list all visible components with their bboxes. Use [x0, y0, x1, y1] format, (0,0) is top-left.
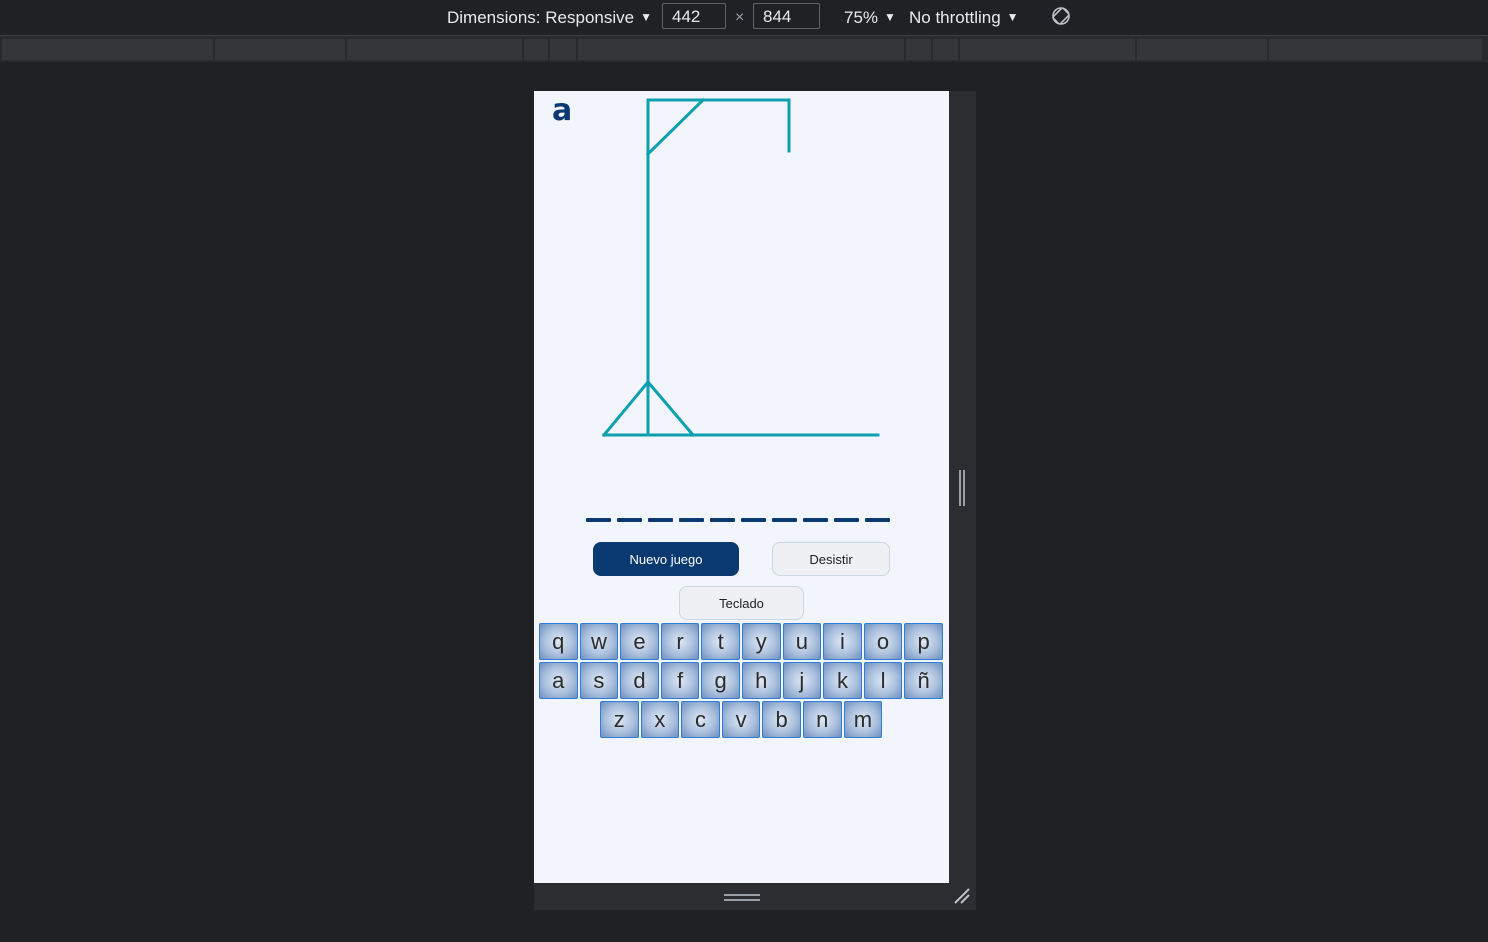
media-query-bar	[0, 36, 1488, 62]
zoom-dropdown[interactable]: 75% ▼	[844, 8, 896, 28]
word-blanks	[586, 518, 890, 522]
letter-blank	[772, 518, 797, 522]
key-m[interactable]: m	[843, 701, 883, 738]
chevron-down-icon: ▼	[1006, 10, 1019, 24]
gallows-support-left	[601, 379, 651, 438]
key-s[interactable]: s	[579, 662, 619, 699]
media-query-segment[interactable]	[550, 39, 576, 60]
key-k[interactable]: k	[823, 662, 862, 699]
letter-blank	[741, 518, 766, 522]
media-query-segment[interactable]	[933, 39, 958, 60]
key-w[interactable]: w	[579, 623, 619, 660]
letter-blank	[586, 518, 611, 522]
throttling-dropdown[interactable]: No throttling ▼	[909, 8, 1019, 28]
key-a[interactable]: a	[539, 662, 578, 699]
key-f[interactable]: f	[660, 662, 700, 699]
media-query-segment[interactable]	[578, 39, 904, 60]
key-u[interactable]: u	[782, 623, 822, 660]
chevron-down-icon: ▼	[640, 10, 652, 24]
key-x[interactable]: x	[640, 701, 680, 738]
letter-blank	[834, 518, 859, 522]
give-up-button[interactable]: Desistir	[772, 542, 890, 576]
key-c[interactable]: c	[681, 701, 720, 738]
media-query-segment[interactable]	[524, 39, 548, 60]
times-separator: ×	[735, 9, 745, 26]
letter-blank	[617, 518, 642, 522]
page-viewport: a Nuevo juego Desistir Teclado qwertyuio…	[534, 91, 949, 883]
gallows-support-right	[645, 379, 696, 438]
key-e[interactable]: e	[620, 623, 659, 660]
key-j[interactable]: j	[782, 662, 822, 699]
media-query-segment[interactable]	[215, 39, 345, 60]
side-resize-handle-icon[interactable]	[958, 470, 966, 506]
device-toolbar: Dimensions: Responsive ▼ 442 × 844 75% ▼ N…	[0, 0, 1488, 36]
keyboard-row: asdfghjklñ	[539, 662, 943, 699]
media-query-segment[interactable]	[2, 39, 213, 60]
key-y[interactable]: y	[741, 623, 781, 660]
media-query-segment[interactable]	[347, 39, 522, 60]
drag-handle-icon[interactable]	[724, 893, 760, 902]
key-r[interactable]: r	[660, 623, 700, 660]
key-h[interactable]: h	[741, 662, 781, 699]
throttling-label: No throttling	[909, 8, 1001, 27]
keyboard-row: qwertyuiop	[539, 623, 943, 660]
height-input[interactable]: 844	[753, 3, 820, 29]
new-game-button[interactable]: Nuevo juego	[593, 542, 739, 576]
letter-blank	[865, 518, 890, 522]
letter-blank	[648, 518, 673, 522]
key-o[interactable]: o	[863, 623, 903, 660]
keyboard-toggle-button[interactable]: Teclado	[679, 586, 804, 620]
key-t[interactable]: t	[701, 623, 740, 660]
key-v[interactable]: v	[721, 701, 761, 738]
width-input[interactable]: 442	[662, 3, 726, 29]
key-q[interactable]: q	[539, 623, 578, 660]
key-ñ[interactable]: ñ	[904, 662, 943, 699]
keyboard-row: zxcvbnm	[600, 701, 883, 738]
media-query-segment[interactable]	[960, 39, 1135, 60]
chevron-down-icon: ▼	[884, 10, 896, 24]
key-g[interactable]: g	[701, 662, 740, 699]
media-query-segment[interactable]	[1137, 39, 1267, 60]
gallows-brace	[645, 97, 706, 157]
gallows-drawing	[601, 97, 880, 438]
key-z[interactable]: z	[600, 701, 639, 738]
letter-blank	[803, 518, 828, 522]
media-query-segment[interactable]	[906, 39, 931, 60]
key-d[interactable]: d	[620, 662, 659, 699]
zoom-label: 75%	[844, 8, 879, 27]
key-b[interactable]: b	[762, 701, 801, 738]
media-query-segment[interactable]	[1269, 39, 1482, 60]
rotate-icon[interactable]	[1050, 5, 1072, 27]
dimensions-dropdown[interactable]: Dimensions: Responsive ▼	[447, 8, 652, 28]
corner-resize-icon[interactable]	[953, 887, 971, 905]
key-p[interactable]: p	[904, 623, 943, 660]
key-l[interactable]: l	[863, 662, 903, 699]
key-i[interactable]: i	[823, 623, 862, 660]
key-n[interactable]: n	[802, 701, 842, 738]
letter-blank	[710, 518, 735, 522]
dimensions-label: Dimensions: Responsive	[447, 8, 635, 27]
letter-blank	[679, 518, 704, 522]
